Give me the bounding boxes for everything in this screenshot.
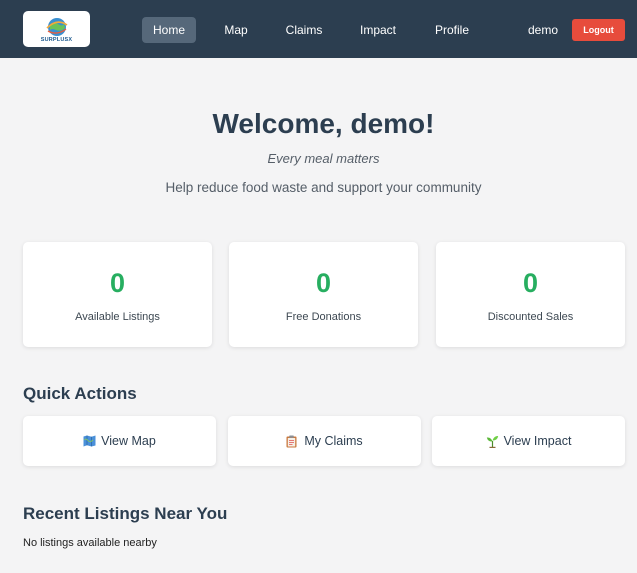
logo-text: SURPLUSX [40,36,73,43]
navbar: SURPLUSX Home Map Claims Impact Profile … [0,0,637,58]
nav-home[interactable]: Home [142,17,196,43]
nav-username: demo [528,23,559,37]
page-title: Welcome, demo! [212,108,435,139]
stat-label: Free Donations [285,311,362,323]
seedling-icon [486,435,498,448]
map-icon [83,435,96,447]
hero-tagline: Every meal matters [267,151,380,166]
stat-value: 0 [522,268,539,298]
empty-listings-message: No listings available nearby [23,537,157,549]
view-impact-label: View Impact [503,434,572,448]
clipboard-icon [286,435,298,448]
my-claims-label: My Claims [304,434,363,448]
brand-logo[interactable]: SURPLUSX [23,11,90,47]
nav-impact[interactable]: Impact [355,17,401,43]
logo-globe-icon [45,17,67,36]
nav-map[interactable]: Map [218,17,254,43]
hero-subtitle: Help reduce food waste and support your … [165,180,482,195]
stat-label: Available Listings [75,311,160,323]
stat-card-available-listings: 0 Available Listings [23,242,212,347]
view-map-label: View Map [101,434,156,448]
stat-value: 0 [109,268,126,298]
view-impact-button[interactable]: View Impact [432,416,625,466]
quick-actions-title: Quick Actions [23,384,137,403]
stat-label: Discounted Sales [487,311,574,323]
logout-button[interactable]: Logout [572,19,625,41]
recent-listings-title: Recent Listings Near You [23,504,228,523]
nav-claims[interactable]: Claims [282,17,326,43]
view-map-button[interactable]: View Map [23,416,216,466]
nav-profile[interactable]: Profile [430,17,474,43]
stat-card-discounted-sales: 0 Discounted Sales [436,242,625,347]
my-claims-button[interactable]: My Claims [228,416,421,466]
stat-value: 0 [315,268,332,298]
stat-card-free-donations: 0 Free Donations [229,242,418,347]
